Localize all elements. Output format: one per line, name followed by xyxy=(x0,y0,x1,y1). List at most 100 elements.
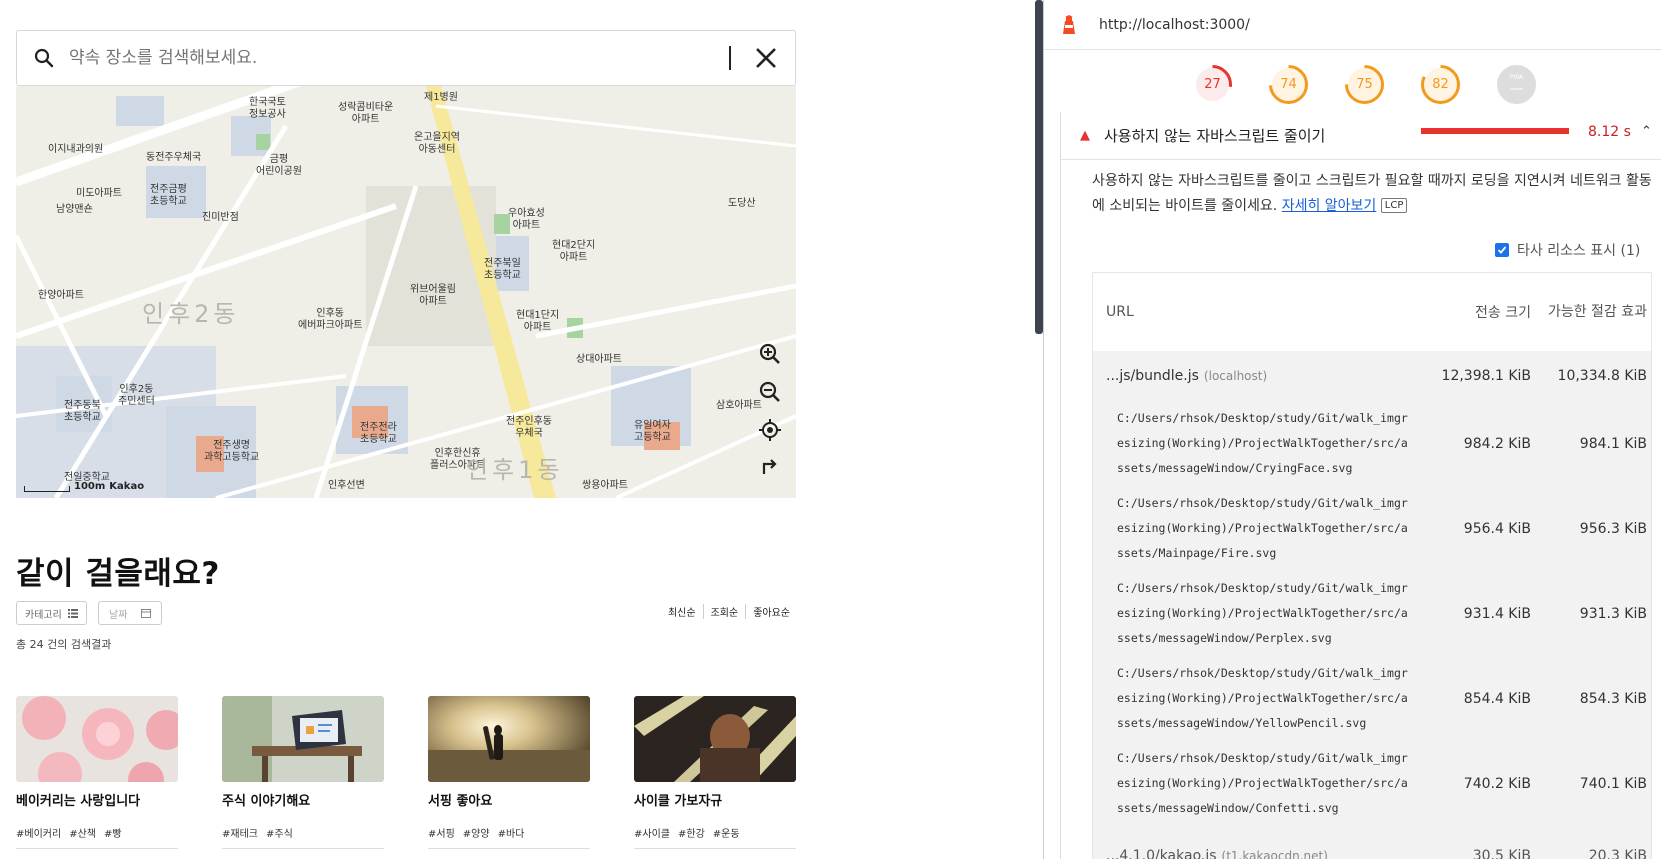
map-place-label[interactable]: 현대2단지 아파트 xyxy=(552,240,595,263)
lcp-badge: LCP xyxy=(1380,198,1408,213)
map-place-label[interactable]: 진미반점 xyxy=(202,212,239,224)
sort-likes[interactable]: 좋아요순 xyxy=(745,604,797,619)
card-tag: #산책 xyxy=(69,829,96,840)
divider xyxy=(222,848,384,849)
page-title: 같이 걸을래요? xyxy=(16,556,220,592)
search-bar[interactable] xyxy=(16,30,796,86)
report-url[interactable]: http://localhost:3000/ xyxy=(1099,17,1250,33)
map-place-label[interactable]: 전주전라 초등학교 xyxy=(360,422,397,445)
map-place-label[interactable]: 인후2동 주민센터 xyxy=(118,384,155,407)
text-cursor xyxy=(729,46,731,70)
post-card[interactable]: 주식 이야기해요 #재테크 #주식 xyxy=(222,696,384,849)
map-place-label[interactable]: 위브어울림 아파트 xyxy=(410,284,456,307)
map-place-label[interactable]: 전주북일 초등학교 xyxy=(484,258,521,281)
map-place-label[interactable]: 제1병원 xyxy=(424,92,458,104)
table-row[interactable]: C:/Users/rhsok/Desktop/study/Git/walk_im… xyxy=(1093,741,1651,826)
table-row[interactable]: C:/Users/rhsok/Desktop/study/Git/walk_im… xyxy=(1093,486,1651,571)
divider xyxy=(428,848,590,849)
map-place-label[interactable]: 금평 어린이공원 xyxy=(256,154,302,177)
map-place-label[interactable]: 전주생명 과학고등학교 xyxy=(204,440,259,463)
map-district-label: 인후2동 xyxy=(142,300,240,328)
resource-path: C:/Users/rhsok/Desktop/study/Git/walk_im… xyxy=(1117,751,1408,815)
card-tag: #양양 xyxy=(462,829,490,840)
map-place-label[interactable]: 유일여자 고등학교 xyxy=(634,420,671,443)
date-filter-button[interactable]: 날짜 xyxy=(98,601,163,625)
table-row[interactable]: C:/Users/rhsok/Desktop/study/Git/walk_im… xyxy=(1093,656,1651,741)
report-url-bar: http://localhost:3000/ xyxy=(1044,0,1661,50)
score-gauge[interactable]: — PWA xyxy=(1496,64,1537,105)
table-row[interactable]: ...js/bundle.js (localhost) 12,398.1 KiB … xyxy=(1093,351,1651,401)
score-gauge[interactable]: 82 xyxy=(1420,64,1461,105)
resource-transfer: 740.2 KiB xyxy=(1463,775,1531,792)
map-place-label[interactable]: 미도아파트 xyxy=(76,188,122,200)
kakao-map[interactable]: 한국국토 정보공사 성락콤비타운 아파트 제1병원이지내과의원동전주우체국 금평 어린… xyxy=(16,86,796,498)
map-district-label: 인후1동 xyxy=(466,456,564,484)
table-row[interactable]: C:/Users/rhsok/Desktop/study/Git/walk_im… xyxy=(1093,401,1651,486)
audit-header[interactable]: ▲ 사용하지 않는 자바스크립트 줄이기 8.12 s ⌃ xyxy=(1061,112,1661,160)
map-place-label[interactable]: 성락콤비타운 아파트 xyxy=(338,102,393,125)
score-gauge[interactable]: 74 xyxy=(1268,64,1309,105)
list-icon xyxy=(67,608,78,618)
map-place-label[interactable]: 삼호아파트 xyxy=(716,400,762,412)
map-place-label[interactable]: 이지내과의원 xyxy=(48,144,103,156)
sort-latest[interactable]: 최신순 xyxy=(661,604,703,619)
card-tags: #사이클 #한강 #운동 xyxy=(634,825,796,840)
post-card[interactable]: 사이클 가보자규 #사이클 #한강 #운동 xyxy=(634,696,796,849)
search-input[interactable] xyxy=(69,48,729,68)
card-tag: #바다 xyxy=(497,829,525,840)
score-gauge[interactable]: 27 xyxy=(1192,64,1233,105)
cupcake-photo xyxy=(16,696,178,782)
map-place-label[interactable]: 동전주우체국 xyxy=(146,152,201,164)
laptop-photo xyxy=(222,696,384,782)
map-place-label[interactable]: 현대1단지 아파트 xyxy=(516,310,559,333)
map-place-label[interactable]: 쌍용아파트 xyxy=(582,480,628,492)
sort-views[interactable]: 조회순 xyxy=(702,604,746,619)
third-party-toggle[interactable]: 타사 리소스 표시 (1) xyxy=(1495,240,1640,260)
map-place-label[interactable]: 우아효성 아파트 xyxy=(508,208,545,231)
post-card[interactable]: 서핑 좋아요 #서핑 #양양 #바다 xyxy=(428,696,590,849)
divider xyxy=(16,848,178,849)
chevron-up-icon[interactable]: ⌃ xyxy=(1641,124,1652,139)
map-place-label[interactable]: 남양맨숀 xyxy=(56,204,93,216)
resource-path: C:/Users/rhsok/Desktop/study/Git/walk_im… xyxy=(1117,496,1408,560)
card-list: 베이커리는 사랑입니다 #베이커리 #산책 #빵 주식 이야기해요 #재테크 #… xyxy=(16,696,796,849)
table-row[interactable]: C:/Users/rhsok/Desktop/study/Git/walk_im… xyxy=(1093,571,1651,656)
page-scrollbar[interactable] xyxy=(1035,0,1043,334)
resource-path: C:/Users/rhsok/Desktop/study/Git/walk_im… xyxy=(1117,411,1408,475)
category-filter-button[interactable]: 카테고리 xyxy=(16,601,87,625)
directions-icon[interactable] xyxy=(758,454,786,482)
resource-transfer: 12,398.1 KiB xyxy=(1441,368,1531,384)
map-place-label[interactable]: 전주인후동 우체국 xyxy=(506,416,552,439)
map-place-label[interactable]: 전주동북 초등학교 xyxy=(64,400,101,423)
learn-more-link[interactable]: 자세히 알아보기 xyxy=(1282,198,1377,214)
audit-title: 사용하지 않는 자바스크립트 줄이기 xyxy=(1104,127,1326,145)
card-tag: #빵 xyxy=(103,829,122,840)
map-place-label[interactable]: 한국국토 정보공사 xyxy=(249,97,286,120)
web-app: 한국국토 정보공사 성락콤비타운 아파트 제1병원이지내과의원동전주우체국 금평 어린… xyxy=(0,0,1040,859)
checkbox-checked-icon[interactable] xyxy=(1495,243,1509,257)
resource-transfer: 984.2 KiB xyxy=(1463,435,1531,452)
map-place-label[interactable]: 전주금평 초등학교 xyxy=(150,184,187,207)
zoom-in-icon[interactable] xyxy=(758,342,786,370)
map-place-label[interactable]: 온고을지역 아동센터 xyxy=(414,132,460,155)
map-place-label[interactable]: 인후선변 xyxy=(328,480,365,492)
card-tag: #한강 xyxy=(677,829,705,840)
resource-savings: 956.3 KiB xyxy=(1579,520,1647,537)
map-place-label[interactable]: 도당산 xyxy=(728,198,756,210)
current-location-icon[interactable] xyxy=(758,418,786,446)
resource-path: C:/Users/rhsok/Desktop/study/Git/walk_im… xyxy=(1117,581,1408,645)
zoom-out-icon[interactable] xyxy=(758,380,786,408)
pwa-label: PWA xyxy=(1509,74,1524,81)
resource-savings: 931.3 KiB xyxy=(1579,605,1647,622)
table-row[interactable]: ...4.1.0/kakao.js (t1.kakaocdn.net) 30.5 … xyxy=(1093,826,1651,859)
score-gauge[interactable]: 75 xyxy=(1344,64,1385,105)
resource-table: URL 전송 크기 가능한 절감 효과 ...js/bundle.js (loca… xyxy=(1092,272,1652,859)
map-place-label[interactable]: 한양아파트 xyxy=(38,290,84,302)
card-tag: #서핑 xyxy=(428,829,455,840)
map-place-label[interactable]: 인후동 에버파크아파트 xyxy=(298,308,362,331)
close-icon[interactable] xyxy=(753,45,779,71)
post-card[interactable]: 베이커리는 사랑입니다 #베이커리 #산책 #빵 xyxy=(16,696,178,849)
map-place-label[interactable]: 상대아파트 xyxy=(576,354,622,366)
card-tag: #사이클 xyxy=(634,829,670,840)
resource-transfer: 854.4 KiB xyxy=(1463,690,1531,707)
